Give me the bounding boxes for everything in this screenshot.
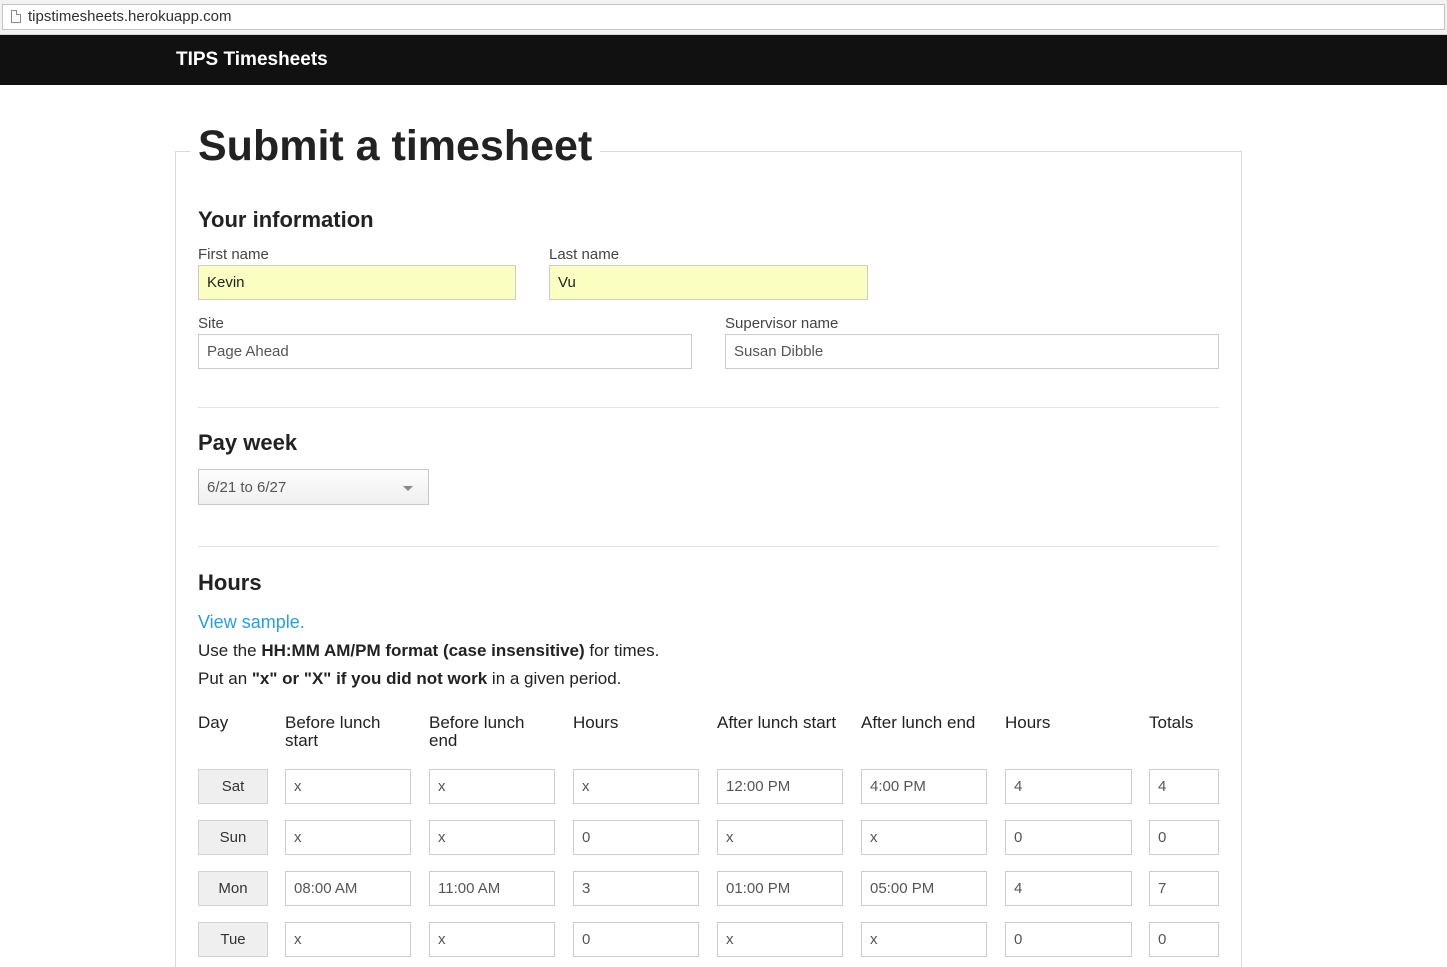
pay-week-heading: Pay week	[198, 430, 298, 455]
after-lunch-end-field[interactable]	[861, 871, 987, 906]
totals-field[interactable]	[1149, 871, 1219, 906]
site-field[interactable]	[198, 334, 692, 369]
brand-link[interactable]: TIPS Timesheets	[176, 49, 328, 71]
totals-field[interactable]	[1149, 820, 1219, 855]
column-header-totals: Totals	[1149, 713, 1194, 732]
before-lunch-start-field[interactable]	[285, 922, 411, 957]
before-lunch-start-field[interactable]	[285, 769, 411, 804]
view-sample-link[interactable]: View sample.	[198, 612, 305, 633]
url-box[interactable]: tipstimesheets.herokuapp.com	[2, 4, 1445, 30]
site-label: Site	[198, 315, 224, 332]
before-lunch-end-field[interactable]	[429, 769, 555, 804]
after-lunch-start-field[interactable]	[717, 820, 843, 855]
totals-field[interactable]	[1149, 769, 1219, 804]
after-lunch-start-field[interactable]	[717, 922, 843, 957]
after-lunch-hours-field[interactable]	[1005, 871, 1132, 906]
column-header-hours: Hours	[573, 713, 619, 732]
before-lunch-hours-field[interactable]	[573, 820, 699, 855]
day-button-mon[interactable]: Mon	[198, 871, 268, 906]
pay-week-selected-value: 6/21 to 6/27	[207, 479, 287, 496]
totals-field[interactable]	[1149, 922, 1219, 957]
before-lunch-start-field[interactable]	[285, 871, 411, 906]
after-lunch-end-field[interactable]	[861, 820, 987, 855]
pay-week-select[interactable]: 6/21 to 6/27	[198, 469, 429, 505]
after-lunch-start-field[interactable]	[717, 871, 843, 906]
last-name-field[interactable]	[549, 265, 868, 300]
before-lunch-hours-field[interactable]	[573, 769, 699, 804]
after-lunch-end-field[interactable]	[861, 922, 987, 957]
day-button-tue[interactable]: Tue	[198, 922, 268, 957]
before-lunch-end-field[interactable]	[429, 922, 555, 957]
before-lunch-hours-field[interactable]	[573, 871, 699, 906]
first-name-label: First name	[198, 246, 269, 263]
section-divider	[198, 546, 1219, 547]
column-header-before-lunch-start: Before lunch start	[285, 713, 381, 750]
browser-address-bar: tipstimesheets.herokuapp.com	[0, 0, 1447, 35]
column-header-after-lunch-end: After lunch end	[861, 713, 976, 732]
after-lunch-hours-field[interactable]	[1005, 820, 1132, 855]
column-header-day: Day	[198, 713, 229, 732]
day-button-sun[interactable]: Sun	[198, 820, 268, 855]
section-divider	[198, 407, 1219, 408]
day-button-sat[interactable]: Sat	[198, 769, 268, 804]
supervisor-name-label: Supervisor name	[725, 315, 839, 332]
before-lunch-hours-field[interactable]	[573, 922, 699, 957]
after-lunch-hours-field[interactable]	[1005, 769, 1132, 804]
first-name-field[interactable]	[198, 265, 516, 300]
before-lunch-end-field[interactable]	[429, 820, 555, 855]
chevron-down-icon	[403, 486, 413, 491]
after-lunch-end-field[interactable]	[861, 769, 987, 804]
after-lunch-hours-field[interactable]	[1005, 922, 1132, 957]
column-header-before-lunch-end: Before lunch end	[429, 713, 525, 750]
time-format-instructions: Use the HH:MM AM/PM format (case insensi…	[198, 641, 660, 660]
column-header-after-lunch-start: After lunch start	[717, 713, 837, 732]
before-lunch-end-field[interactable]	[429, 871, 555, 906]
column-header-hours: Hours	[1005, 713, 1051, 732]
your-information-heading: Your information	[198, 207, 374, 232]
url-text[interactable]: tipstimesheets.herokuapp.com	[28, 8, 231, 25]
no-work-instructions: Put an "x" or "X" if you did not work in…	[198, 669, 622, 688]
after-lunch-start-field[interactable]	[717, 769, 843, 804]
navbar: TIPS Timesheets	[0, 35, 1447, 85]
page-icon	[11, 10, 21, 23]
hours-heading: Hours	[198, 570, 262, 595]
page-title: Submit a timesheet	[190, 122, 601, 171]
last-name-label: Last name	[549, 246, 620, 263]
before-lunch-start-field[interactable]	[285, 820, 411, 855]
supervisor-name-field[interactable]	[725, 334, 1219, 369]
